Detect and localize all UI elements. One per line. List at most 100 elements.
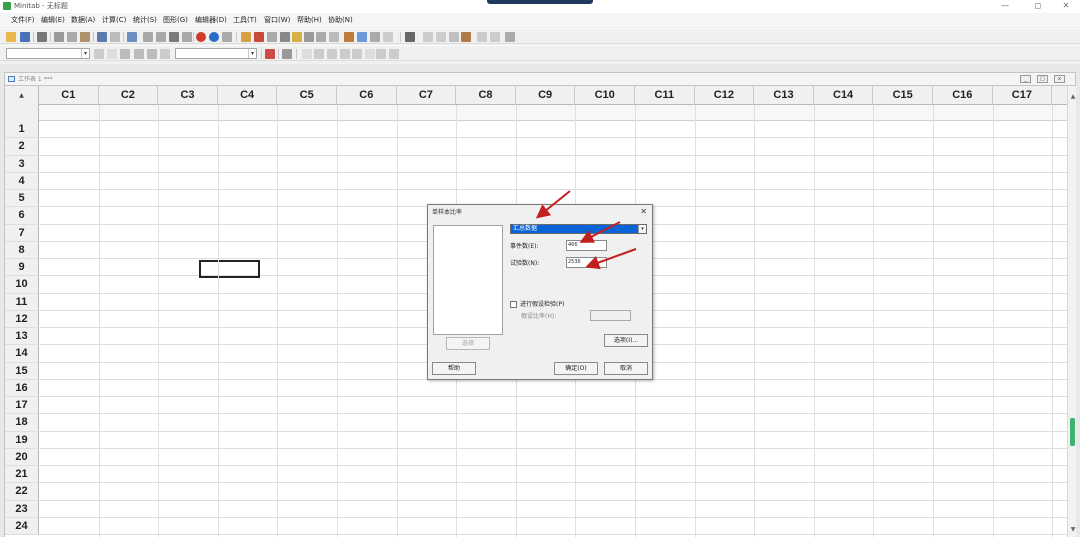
column-header-c16[interactable]: C16 (933, 86, 993, 105)
hypothesized-proportion-field[interactable] (590, 310, 631, 321)
filter-icon[interactable] (147, 49, 157, 59)
table-row[interactable]: 24 (5, 517, 1067, 535)
column-header-c4[interactable]: C4 (218, 86, 278, 105)
row-header-23[interactable]: 23 (5, 500, 39, 517)
help-button[interactable]: 帮助 (432, 362, 476, 375)
column-name-row[interactable] (5, 105, 1067, 121)
table-row[interactable]: 23 (5, 500, 1067, 518)
info-icon[interactable] (280, 32, 290, 42)
sort-indicator-icon[interactable]: ▲ (5, 86, 39, 105)
column-header-c7[interactable]: C7 (397, 86, 457, 105)
menu-calc[interactable]: 计算(C) (102, 15, 126, 25)
brush-icon[interactable] (423, 32, 433, 42)
minimize-button[interactable]: — (990, 0, 1020, 12)
scroll-thumb[interactable] (1070, 418, 1075, 446)
row-header-8[interactable]: 8 (5, 241, 39, 258)
menu-assist[interactable]: 协助(N) (328, 15, 353, 25)
graph-folder-icon[interactable] (304, 32, 314, 42)
menu-window[interactable]: 窗口(W) (264, 15, 290, 25)
trials-field[interactable]: 2536 (566, 257, 607, 268)
variable-list[interactable] (433, 225, 503, 335)
replace-icon[interactable] (182, 32, 192, 42)
menu-edit[interactable]: 编辑(E) (41, 15, 65, 25)
table-row[interactable]: 1 (5, 121, 1067, 139)
row-header-22[interactable]: 22 (5, 483, 39, 500)
row-header-19[interactable]: 19 (5, 431, 39, 448)
worksheet-combo[interactable]: ▾ (6, 48, 90, 59)
crosshair-icon[interactable] (134, 49, 144, 59)
dotplot-icon[interactable] (344, 32, 354, 42)
print-icon[interactable] (37, 32, 47, 42)
dialog-close-icon[interactable]: ✕ (640, 207, 647, 217)
pointer-icon[interactable] (107, 49, 117, 59)
worksheet-icon[interactable] (254, 32, 264, 42)
row-header-12[interactable]: 12 (5, 310, 39, 327)
find-icon[interactable] (169, 32, 179, 42)
close-all-graphs-icon[interactable] (383, 32, 393, 42)
table-row[interactable]: 16 (5, 379, 1067, 397)
delete-icon[interactable] (265, 49, 275, 59)
tile-window-icon[interactable] (357, 32, 367, 42)
row-header-6[interactable]: 6 (5, 207, 39, 224)
cancel-icon[interactable] (196, 32, 206, 42)
table-row[interactable]: 3 (5, 155, 1067, 173)
insert-rows-icon[interactable] (143, 32, 153, 42)
options-button[interactable]: 选项(I)... (604, 334, 648, 347)
column-header-c11[interactable]: C11 (635, 86, 695, 105)
worksheet-maximize-button[interactable]: □ (1037, 75, 1048, 83)
column-header-c1[interactable]: C1 (39, 86, 99, 105)
new-icon[interactable] (6, 32, 16, 42)
eraser-icon[interactable] (505, 32, 515, 42)
row-header-17[interactable]: 17 (5, 397, 39, 414)
row-header-7[interactable]: 7 (5, 224, 39, 241)
graph-edit-icon[interactable] (461, 32, 471, 42)
row-header-15[interactable]: 15 (5, 362, 39, 379)
table-row[interactable]: 17 (5, 397, 1067, 415)
column-header-c17[interactable]: C17 (993, 86, 1053, 105)
redo-icon[interactable] (110, 32, 120, 42)
selected-cell[interactable] (199, 260, 260, 278)
column-header-c9[interactable]: C9 (516, 86, 576, 105)
set-id-icon[interactable] (436, 32, 446, 42)
column-header-c14[interactable]: C14 (814, 86, 874, 105)
row-header-18[interactable]: 18 (5, 414, 39, 431)
history-icon[interactable] (292, 32, 302, 42)
events-field[interactable]: 466 (566, 240, 607, 251)
text-tool-icon[interactable] (314, 49, 324, 59)
project-manager-icon[interactable] (267, 32, 277, 42)
menu-editor[interactable]: 编辑器(D) (195, 15, 227, 25)
row-header-24[interactable]: 24 (5, 517, 39, 534)
polyline-tool-icon[interactable] (389, 49, 399, 59)
vertical-scrollbar[interactable]: ▲ ▼ (1067, 86, 1076, 537)
menu-file[interactable]: 文件(F) (11, 15, 35, 25)
menu-data[interactable]: 数据(A) (71, 15, 95, 25)
column-header-c12[interactable]: C12 (695, 86, 755, 105)
select-icon[interactable] (94, 49, 104, 59)
cascade-window-icon[interactable] (370, 32, 380, 42)
pencil-icon[interactable] (120, 49, 130, 59)
table-row[interactable]: 18 (5, 414, 1067, 432)
column-header-c8[interactable]: C8 (456, 86, 516, 105)
column-header-c3[interactable]: C3 (158, 86, 218, 105)
row-header-14[interactable]: 14 (5, 345, 39, 362)
session-window-icon[interactable] (241, 32, 251, 42)
select-button[interactable]: 选择 (446, 337, 490, 350)
column-header-c5[interactable]: C5 (277, 86, 337, 105)
scroll-up-icon[interactable]: ▲ (1068, 92, 1076, 102)
grid-icon[interactable] (160, 49, 170, 59)
row-header-11[interactable]: 11 (5, 293, 39, 310)
line-tool-icon[interactable] (352, 49, 362, 59)
table-row[interactable]: 2 (5, 138, 1067, 156)
close-button[interactable]: ✕ (1051, 0, 1080, 12)
row-header-4[interactable]: 4 (5, 172, 39, 189)
row-header-2[interactable]: 2 (5, 138, 39, 155)
save-icon[interactable] (20, 32, 30, 42)
row-header-20[interactable]: 20 (5, 448, 39, 465)
reportpad-icon[interactable] (316, 32, 326, 42)
row-header-3[interactable]: 3 (5, 155, 39, 172)
menu-tools[interactable]: 工具(T) (233, 15, 257, 25)
undo-icon[interactable] (97, 32, 107, 42)
hypothesis-checkbox[interactable] (510, 301, 517, 308)
cancel-button[interactable]: 取消 (604, 362, 648, 375)
worksheet-minimize-button[interactable]: _ (1020, 75, 1031, 83)
